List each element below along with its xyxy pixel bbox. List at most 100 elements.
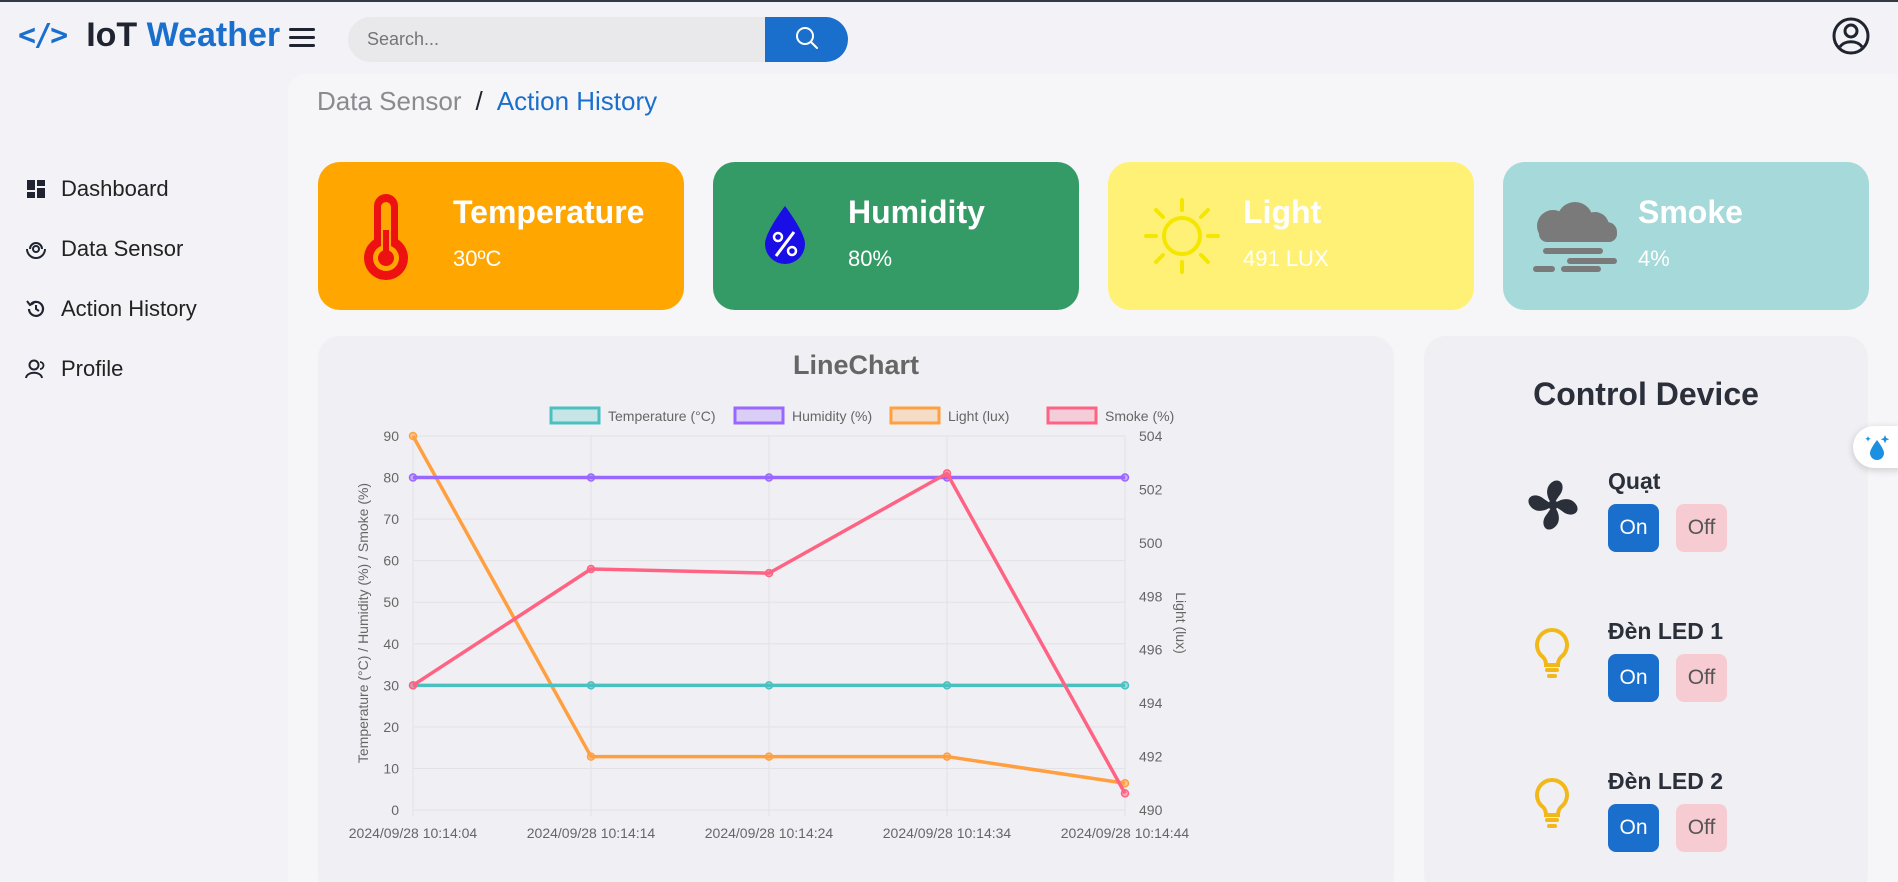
legend-swatch bbox=[549, 406, 601, 425]
y-tick-label: 10 bbox=[383, 760, 399, 776]
y-tick-label: 60 bbox=[383, 553, 399, 569]
top-bar: </> IoT Weather bbox=[0, 2, 1898, 74]
led1-on-button[interactable]: On bbox=[1608, 654, 1659, 702]
legend-label: Light (lux) bbox=[948, 408, 1009, 424]
sidebar-item-profile[interactable]: Profile bbox=[25, 356, 123, 382]
y2-axis-title: Light (lux) bbox=[1173, 592, 1189, 653]
sidebar-item-data-sensor[interactable]: Data Sensor bbox=[25, 236, 183, 262]
data-point bbox=[764, 681, 774, 690]
led1-off-button[interactable]: Off bbox=[1676, 654, 1727, 702]
sidebar-item-label: Dashboard bbox=[61, 176, 169, 201]
data-point bbox=[586, 473, 596, 482]
device-name-led1: Đèn LED 1 bbox=[1608, 618, 1724, 644]
code-icon: </> bbox=[18, 18, 68, 53]
floating-action-button[interactable] bbox=[1853, 426, 1898, 468]
fan-off-button[interactable]: Off bbox=[1676, 504, 1727, 552]
fan-icon bbox=[1528, 480, 1578, 530]
y-tick-label: 20 bbox=[383, 719, 399, 735]
search-input[interactable] bbox=[348, 17, 765, 62]
line-chart: LineChart Temperature (°C) Humidity (%) Lig… bbox=[349, 350, 1190, 841]
device-name-led2: Đèn LED 2 bbox=[1608, 768, 1724, 794]
smoke-title: Smoke bbox=[1638, 194, 1743, 230]
legend-label: Smoke (%) bbox=[1105, 408, 1174, 424]
dashboard-icon bbox=[27, 180, 45, 198]
data-point bbox=[1120, 789, 1130, 798]
drops-icon bbox=[1865, 435, 1890, 460]
logo[interactable]: </> IoT Weather bbox=[18, 16, 280, 55]
y-tick-label: 40 bbox=[383, 636, 399, 652]
sidebar-item-label: Action History bbox=[61, 296, 197, 321]
data-point bbox=[1120, 473, 1130, 482]
humidity-card: Humidity 80% bbox=[713, 162, 1079, 310]
data-point bbox=[942, 752, 952, 761]
y-tick-label: 80 bbox=[383, 470, 399, 486]
data-point bbox=[408, 431, 418, 441]
data-point bbox=[942, 469, 952, 478]
data-point bbox=[408, 681, 418, 690]
breadcrumb: Data Sensor / Action History bbox=[317, 86, 657, 117]
hamburger-icon[interactable] bbox=[289, 28, 315, 48]
y2-tick-label: 490 bbox=[1139, 802, 1163, 818]
y-tick-label: 30 bbox=[383, 677, 399, 693]
y2-tick-label: 492 bbox=[1139, 749, 1163, 765]
data-point bbox=[586, 681, 596, 690]
line-chart-panel: LineChart Temperature (°C) Humidity (%) Lig… bbox=[318, 336, 1394, 882]
y-tick-label: 50 bbox=[383, 594, 399, 610]
data-point bbox=[942, 681, 952, 690]
led2-on-button[interactable]: On bbox=[1608, 804, 1659, 852]
fan-on-button[interactable]: On bbox=[1608, 504, 1659, 552]
thermometer-icon bbox=[364, 194, 408, 280]
user-circle-icon[interactable] bbox=[1831, 16, 1871, 56]
search-bar bbox=[348, 17, 848, 62]
user-icon bbox=[25, 359, 45, 379]
sidebar-item-dashboard[interactable]: Dashboard bbox=[25, 176, 169, 202]
device-name-fan: Quạt bbox=[1608, 468, 1661, 494]
data-point bbox=[764, 473, 774, 482]
x-tick-label: 2024/09/28 10:14:14 bbox=[527, 825, 656, 841]
light-value: 491 LUX bbox=[1243, 246, 1329, 271]
temperature-card: Temperature 30ºC bbox=[318, 162, 684, 310]
breadcrumb-action-history[interactable]: Action History bbox=[497, 86, 657, 117]
smoke-cloud-icon bbox=[1533, 202, 1617, 272]
control-device-title: Control Device bbox=[1533, 376, 1759, 412]
breadcrumb-data-sensor[interactable]: Data Sensor bbox=[317, 86, 462, 117]
sidebar-item-action-history[interactable]: Action History bbox=[25, 296, 197, 322]
legend-label: Humidity (%) bbox=[792, 408, 872, 424]
data-point bbox=[586, 564, 596, 574]
history-icon bbox=[26, 300, 45, 317]
search-button[interactable] bbox=[765, 17, 848, 62]
humidity-drop-icon bbox=[765, 206, 805, 264]
y2-tick-label: 494 bbox=[1139, 695, 1163, 711]
x-tick-label: 2024/09/28 10:14:44 bbox=[1061, 825, 1190, 841]
data-point bbox=[1120, 681, 1130, 690]
y2-tick-label: 496 bbox=[1139, 642, 1163, 658]
data-point bbox=[764, 568, 774, 578]
legend-swatch bbox=[1046, 406, 1098, 425]
x-tick-label: 2024/09/28 10:14:04 bbox=[349, 825, 478, 841]
legend-swatch bbox=[889, 406, 941, 425]
sun-icon bbox=[1144, 198, 1220, 274]
temperature-title: Temperature bbox=[453, 194, 645, 230]
humidity-value: 80% bbox=[848, 246, 893, 271]
data-point bbox=[408, 473, 418, 482]
search-icon bbox=[795, 27, 818, 49]
app-title-part1: IoT bbox=[86, 16, 147, 54]
legend-swatch bbox=[733, 406, 785, 425]
led2-off-button[interactable]: Off bbox=[1676, 804, 1727, 852]
x-tick-label: 2024/09/28 10:14:24 bbox=[705, 825, 834, 841]
sidebar-item-label: Data Sensor bbox=[61, 236, 184, 261]
legend-label: Temperature (°C) bbox=[608, 408, 716, 424]
temperature-value: 30ºC bbox=[453, 246, 502, 271]
light-title: Light bbox=[1243, 194, 1322, 230]
y-tick-label: 70 bbox=[383, 511, 399, 527]
y-tick-label: 0 bbox=[391, 802, 399, 818]
main-content: Data Sensor / Action History Temperature… bbox=[288, 74, 1898, 882]
bulb-icon bbox=[1535, 777, 1569, 828]
y2-tick-label: 502 bbox=[1139, 481, 1163, 497]
data-point bbox=[586, 752, 596, 761]
app-title: IoT Weather bbox=[86, 16, 280, 55]
sidebar: Dashboard Data Sensor Action History Pro… bbox=[0, 74, 288, 882]
breadcrumb-separator: / bbox=[475, 86, 483, 116]
humidity-title: Humidity bbox=[848, 194, 985, 230]
x-tick-label: 2024/09/28 10:14:34 bbox=[883, 825, 1012, 841]
